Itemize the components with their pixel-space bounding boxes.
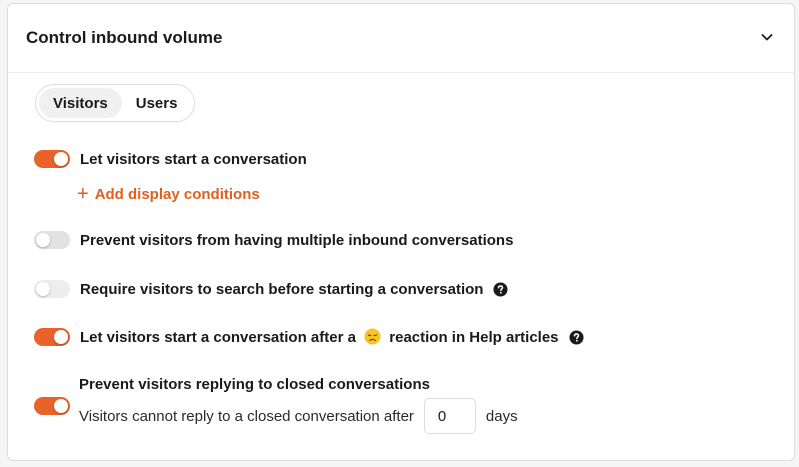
add-display-conditions-button[interactable]: + Add display conditions <box>77 184 260 204</box>
toggle-require-search[interactable] <box>34 280 70 298</box>
setting-row-require-search: Require visitors to search before starti… <box>34 279 508 299</box>
setting-row-reaction-conversation: Let visitors start a conversation after … <box>34 327 584 347</box>
setting-label: Let visitors start a conversation after … <box>80 328 559 346</box>
section-title: Control inbound volume <box>26 28 223 47</box>
tab-users[interactable]: Users <box>122 88 192 118</box>
setting-label-after: reaction in Help articles <box>389 329 559 346</box>
audience-tabs: Visitors Users <box>35 84 196 122</box>
closed-reply-days-input[interactable] <box>423 398 476 434</box>
toggle-knob <box>36 233 50 247</box>
disappointed-face-emoji <box>364 328 381 345</box>
setting-label: Let visitors start a conversation <box>80 150 307 168</box>
setting-row-start-conversation: Let visitors start a conversation <box>34 149 307 169</box>
section-header[interactable]: Control inbound volume <box>8 4 794 73</box>
toggle-knob <box>54 399 68 413</box>
closed-reply-prefix: Visitors cannot reply to a closed conver… <box>79 407 414 425</box>
closed-reply-days-row: Visitors cannot reply to a closed conver… <box>79 397 518 435</box>
plus-icon: + <box>77 183 89 205</box>
tab-visitors[interactable]: Visitors <box>39 88 122 118</box>
add-display-conditions-label: Add display conditions <box>94 185 260 203</box>
toggle-knob <box>36 282 50 296</box>
toggle-start-conversation[interactable] <box>34 150 70 168</box>
setting-label-closed-replies: Prevent visitors replying to closed conv… <box>79 376 430 393</box>
setting-row-multiple-conversations: Prevent visitors from having multiple in… <box>34 230 513 250</box>
setting-label-before: Let visitors start a conversation after … <box>80 329 356 346</box>
question-circle-icon[interactable] <box>493 281 508 297</box>
setting-label: Require visitors to search before starti… <box>80 280 484 298</box>
toggle-knob <box>54 152 68 166</box>
closed-reply-suffix: days <box>485 407 518 425</box>
question-circle-icon[interactable] <box>568 329 584 345</box>
setting-label: Prevent visitors from having multiple in… <box>80 231 514 249</box>
toggle-knob <box>54 330 68 344</box>
toggle-multiple-conversations[interactable] <box>34 231 70 249</box>
toggle-closed-replies[interactable] <box>34 397 70 415</box>
setting-row-closed-replies <box>34 396 70 416</box>
toggle-reaction-conversation[interactable] <box>34 328 70 346</box>
inbound-volume-card: Control inbound volume Visitors Users Le… <box>7 3 795 461</box>
chevron-down-icon[interactable] <box>760 30 774 44</box>
